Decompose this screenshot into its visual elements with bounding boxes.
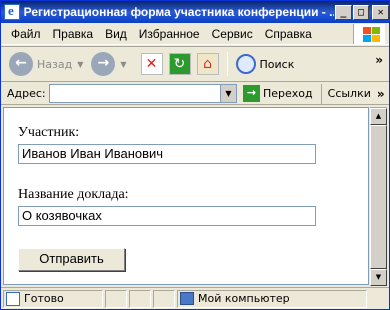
my-computer-icon [180, 292, 194, 305]
status-main: Готово [3, 289, 103, 308]
forward-arrow-icon[interactable]: → [91, 52, 116, 76]
status-panel [153, 289, 175, 308]
toolbar-more-chevron-icon[interactable]: » [375, 53, 383, 67]
report-title-label: Название доклада: [18, 187, 129, 202]
vertical-scrollbar[interactable]: ▲ ▼ [370, 107, 387, 286]
close-button[interactable]: ✕ [372, 4, 389, 20]
page-content: Участник: Иванов Иван Иванович Название … [3, 107, 369, 285]
title-bar[interactable]: Регистрационная форма участника конферен… [1, 1, 389, 23]
go-arrow-icon[interactable]: → [243, 85, 260, 102]
menu-favorites[interactable]: Избранное [139, 27, 200, 41]
scroll-track[interactable] [370, 125, 387, 269]
status-panel [105, 289, 127, 308]
minimize-button[interactable]: _ [335, 4, 352, 20]
scroll-down-icon[interactable]: ▼ [370, 269, 387, 286]
address-dropdown-icon[interactable]: ▼ [221, 84, 237, 103]
menu-edit[interactable]: Правка [53, 27, 94, 41]
menu-tools[interactable]: Сервис [212, 27, 253, 41]
back-label[interactable]: Назад [37, 58, 72, 71]
go-button[interactable]: Переход [263, 87, 313, 100]
status-panel [129, 289, 151, 308]
refresh-icon[interactable]: ↻ [168, 53, 191, 75]
report-title-input[interactable]: О козявочках [18, 206, 316, 226]
address-label: Адрес: [7, 87, 46, 100]
menu-file[interactable]: Файл [11, 27, 41, 41]
menu-help[interactable]: Справка [265, 27, 312, 41]
submit-button[interactable]: Отправить [18, 248, 125, 271]
address-bar: Адрес: ▼ → Переход Ссылки » [1, 83, 389, 105]
forward-dropdown-icon[interactable]: ▼ [120, 60, 126, 69]
menu-bar: Файл Правка Вид Избранное Сервис Справка [1, 23, 389, 45]
window-title: Регистрационная форма участника конферен… [23, 5, 335, 19]
standard-toolbar: ← Назад ▼ → ▼ ✕ ↻ ⌂ Поиск » [1, 46, 389, 82]
maximize-button[interactable]: □ [352, 4, 370, 20]
windows-logo-icon [353, 24, 385, 44]
browser-window: Регистрационная форма участника конферен… [0, 0, 390, 310]
status-zone: Мой компьютер [177, 289, 367, 308]
address-separator [320, 83, 322, 104]
back-arrow-icon[interactable]: ← [9, 52, 33, 76]
back-dropdown-icon[interactable]: ▼ [77, 60, 83, 69]
search-label[interactable]: Поиск [260, 58, 295, 71]
links-more-chevron-icon[interactable]: » [377, 87, 385, 101]
links-button[interactable]: Ссылки [328, 87, 371, 100]
zone-text: Мой компьютер [198, 292, 290, 305]
participant-label: Участник: [18, 125, 80, 140]
page-icon [6, 291, 20, 306]
ie-app-icon [4, 3, 20, 20]
status-text: Готово [24, 292, 64, 305]
participant-input[interactable]: Иванов Иван Иванович [18, 144, 316, 164]
home-icon[interactable]: ⌂ [196, 53, 219, 75]
scroll-up-icon[interactable]: ▲ [370, 108, 387, 125]
toolbar-separator [226, 52, 228, 76]
search-icon[interactable] [235, 54, 256, 74]
address-input[interactable] [49, 84, 221, 103]
menu-view[interactable]: Вид [105, 27, 127, 41]
status-bar: Готово Мой компьютер [1, 287, 389, 309]
stop-icon[interactable]: ✕ [140, 53, 163, 75]
